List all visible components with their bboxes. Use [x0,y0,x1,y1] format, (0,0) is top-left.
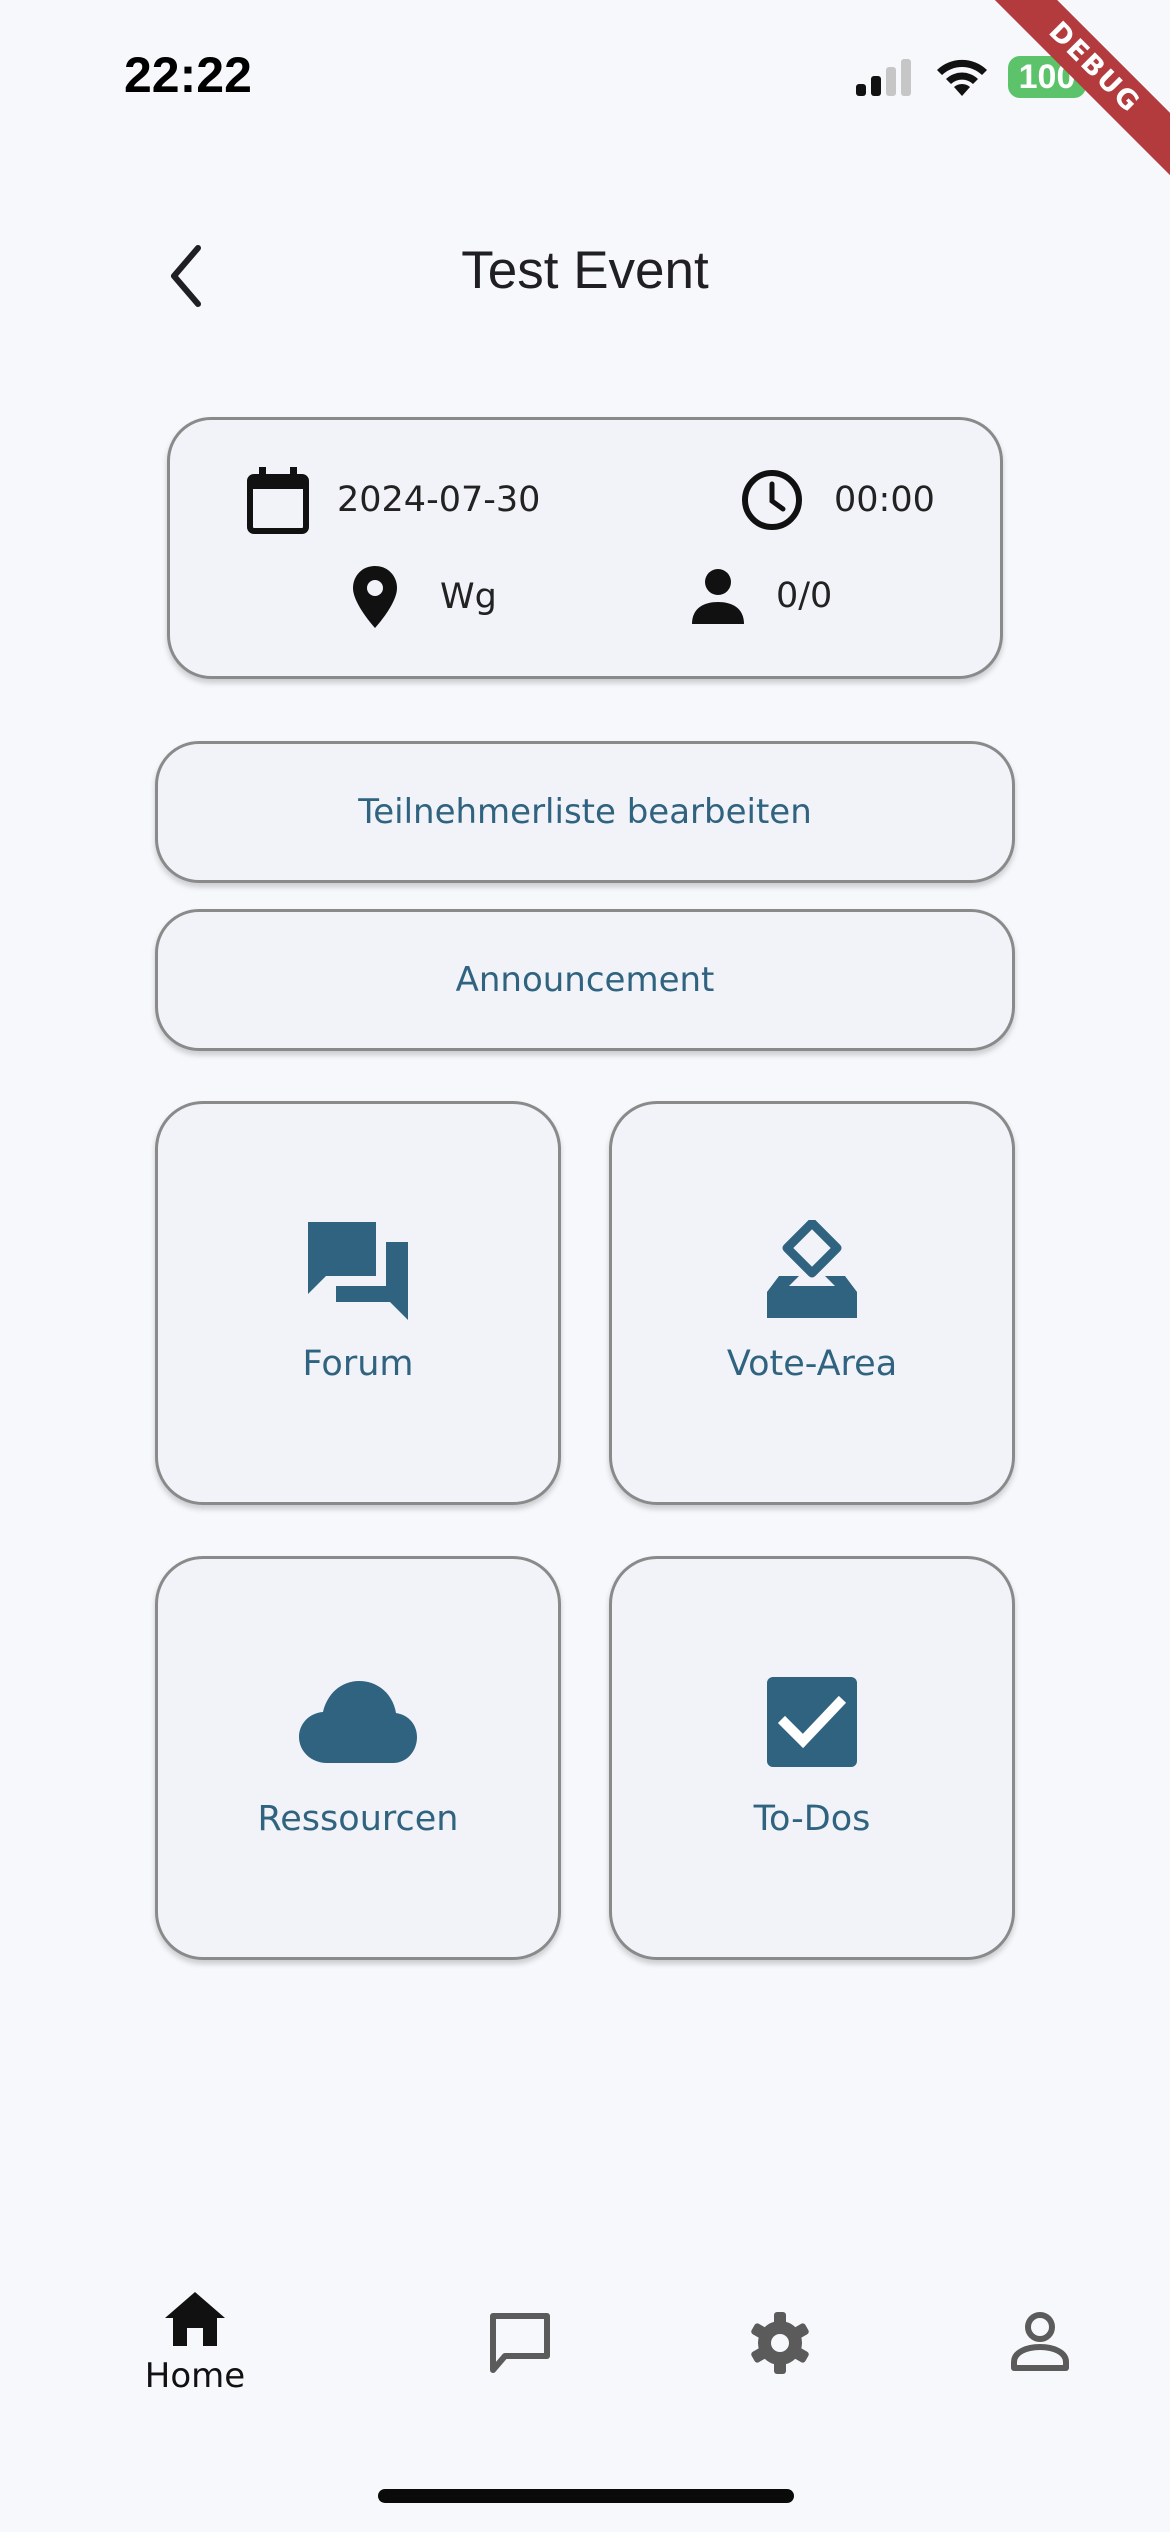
edit-participants-button[interactable]: Teilnehmerliste bearbeiten [155,741,1015,883]
event-participants-text: 0/0 [776,576,833,616]
person-outline-icon [1011,2312,1069,2371]
event-participants: 0/0 [690,568,832,624]
nav-home[interactable]: Home [115,2290,275,2396]
nav-profile[interactable] [960,2310,1120,2376]
gear-icon [751,2312,809,2374]
event-location-text: Wg [440,577,497,617]
location-pin-icon [353,566,397,628]
nav-chat[interactable] [440,2310,600,2380]
checkbox-icon [767,1677,857,1767]
event-time-text: 00:00 [834,480,935,520]
tile-forum-label: Forum [302,1344,414,1384]
debug-banner: DEBUG [970,0,1170,200]
tile-forum[interactable]: Forum [155,1101,561,1505]
home-indicator [378,2489,794,2503]
edit-participants-label: Teilnehmerliste bearbeiten [358,792,812,832]
announcement-button[interactable]: Announcement [155,909,1015,1051]
page-title: Test Event [461,241,709,300]
clock-icon [742,470,802,530]
tile-vote-area-label: Vote-Area [726,1344,898,1384]
cloud-icon [299,1681,417,1763]
tile-ressourcen-label: Ressourcen [257,1799,459,1839]
announcement-label: Announcement [455,960,715,1000]
event-location: Wg [350,564,497,630]
tile-to-dos-label: To-Dos [753,1799,871,1839]
nav-home-label: Home [144,2356,246,2396]
event-date-text: 2024-07-30 [337,480,541,520]
nav-settings[interactable] [700,2310,860,2380]
tile-ressourcen[interactable]: Ressourcen [155,1556,561,1960]
tile-to-dos[interactable]: To-Dos [609,1556,1015,1960]
chat-icon [490,2313,550,2373]
ballot-icon [767,1218,857,1318]
home-icon [165,2292,225,2346]
tile-vote-area[interactable]: Vote-Area [609,1101,1015,1505]
forum-icon [308,1222,408,1320]
event-date: 2024-07-30 [245,465,540,535]
person-icon [692,569,744,624]
event-info-card: 2024-07-30 00:00 Wg 0/0 [167,417,1003,679]
status-time: 22:22 [124,47,252,103]
event-time: 00:00 [740,468,935,532]
cellular-signal-icon [856,59,911,96]
calendar-icon [247,467,309,534]
debug-banner-label: DEBUG [972,0,1170,190]
